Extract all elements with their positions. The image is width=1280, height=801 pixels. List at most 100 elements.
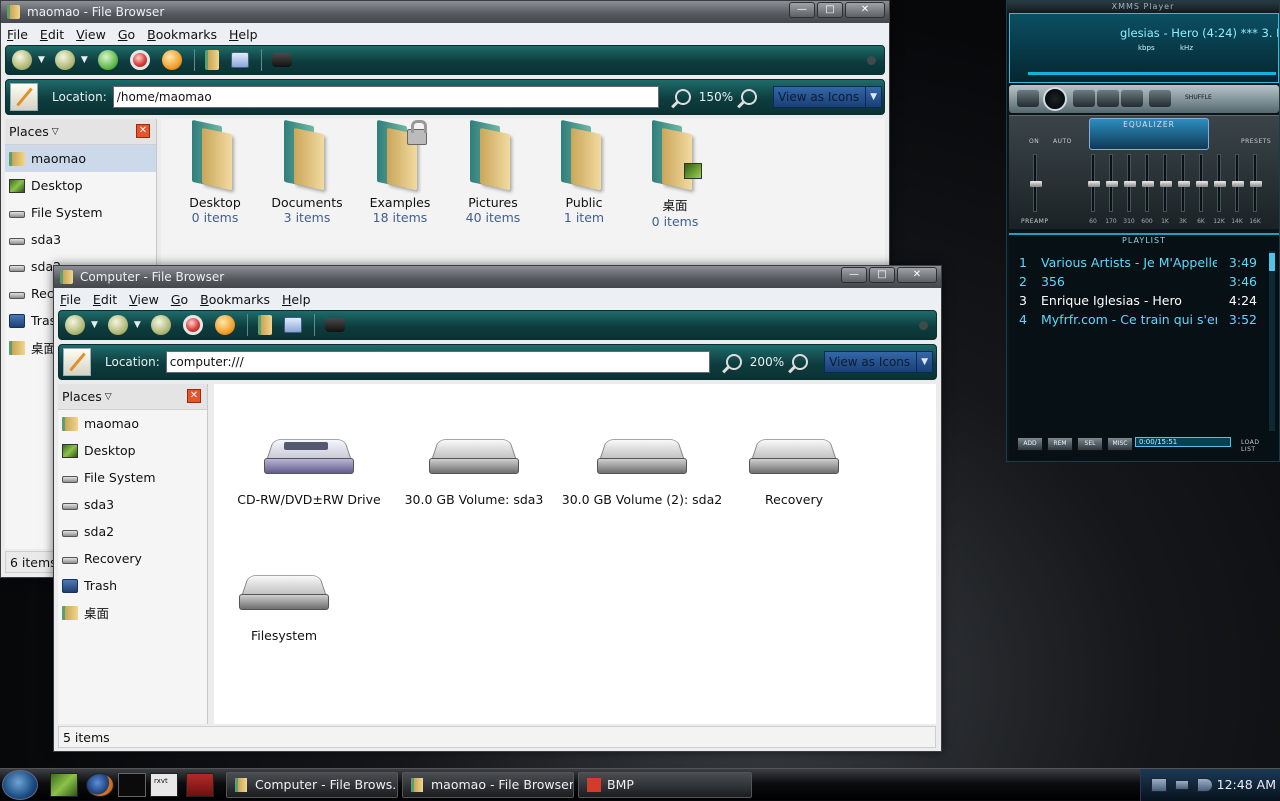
keyboard-icon[interactable] [1175,780,1189,790]
view-as-select[interactable]: View as Icons ▼ [824,351,934,373]
folder-item[interactable]: Documents 3 items [267,119,347,225]
folder-item[interactable]: Desktop 0 items [175,119,255,225]
playlist-item-current[interactable]: 3 Enrique Iglesias - Hero 4:24 [1019,293,1257,312]
menu-edit[interactable]: Edit [40,27,64,42]
up-icon[interactable] [97,50,118,70]
title-bar[interactable]: Computer - File Browser — □ ✕ [54,266,941,288]
sidebar-item-file-system[interactable]: File System [58,464,207,491]
drive-item[interactable]: 30.0 GB Volume (2): sda2 [560,434,724,507]
playlist-add-button[interactable]: ADD [1017,437,1043,451]
menu-view[interactable]: View [129,292,159,307]
eject-icon[interactable] [1149,90,1171,107]
menu-file[interactable]: File [7,27,28,42]
reload-icon[interactable] [214,315,235,335]
sidebar-item-sda3[interactable]: sda3 [5,226,156,253]
eq-presets-button[interactable]: PRESETS [1241,138,1271,145]
back-icon[interactable] [65,315,85,335]
rxvt-icon[interactable]: rxvt [150,773,178,797]
menu-view[interactable]: View [76,27,106,42]
forward-icon[interactable] [107,315,128,335]
maximize-button[interactable]: □ [817,2,843,18]
playlist-item[interactable]: 1 Various Artists - Je M'Appelle 3:49 [1019,255,1257,274]
menu-help[interactable]: Help [229,27,258,42]
shuffle-toggle[interactable]: SHUFFLE [1185,94,1212,101]
minimize-button[interactable]: — [841,267,867,283]
zoom-out-icon[interactable] [674,89,691,105]
playlist-select-button[interactable]: SEL [1077,437,1103,451]
forward-history-dropdown-icon[interactable]: ▼ [81,55,88,65]
minimize-button[interactable]: — [789,2,815,18]
sidebar-item-trash[interactable]: Trash [58,572,207,599]
show-desktop-icon[interactable] [50,773,78,797]
eq-slider[interactable] [1160,154,1172,212]
play-icon[interactable] [1043,87,1067,111]
menu-bookmarks[interactable]: Bookmarks [147,27,217,42]
eq-slider[interactable] [1088,154,1100,212]
eq-slider[interactable] [1142,154,1154,212]
close-button[interactable]: ✕ [845,2,885,18]
maximize-button[interactable]: □ [869,267,895,283]
playlist-item[interactable]: 2 356 3:46 [1019,274,1257,293]
home-folder-icon[interactable] [204,50,219,70]
search-binoculars-icon[interactable] [324,318,345,332]
xmms-title[interactable]: XMMS Player [1007,1,1279,13]
zoom-out-icon[interactable] [725,354,742,370]
up-icon[interactable] [150,315,171,335]
edit-location-icon[interactable] [10,83,38,111]
eq-slider[interactable] [1178,154,1190,212]
sidebar-item-maomao[interactable]: maomao [58,410,207,437]
reload-icon[interactable] [161,50,182,70]
font-viewer-icon[interactable] [186,773,214,797]
back-history-dropdown-icon[interactable]: ▼ [91,320,98,330]
terminal-icon[interactable] [118,773,146,797]
network-icon[interactable] [1151,778,1167,792]
front-file-browser-window[interactable]: Computer - File Browser — □ ✕ File Edit … [53,265,942,752]
firefox-icon[interactable] [86,773,114,797]
sidebar-item-recovery[interactable]: Recovery [58,545,207,572]
playlist-item[interactable]: 4 Myfrfr.com - Ce train qui s'en 3:52 [1019,312,1257,331]
clock[interactable]: 12:48 AM [1217,777,1276,792]
zoom-level[interactable]: 150% [699,90,733,104]
stop-icon[interactable] [129,50,150,70]
edit-location-icon[interactable] [63,348,91,376]
places-header[interactable]: Places ▽ [5,119,156,145]
drive-item[interactable]: 30.0 GB Volume: sda3 [399,434,549,507]
computer-icon[interactable] [230,52,249,68]
preamp-slider[interactable] [1030,154,1042,212]
eq-on-toggle[interactable]: ON [1029,138,1039,145]
sidebar-item-desktop[interactable]: Desktop [5,172,156,199]
drive-item[interactable]: CD-RW/DVD±RW Drive [234,434,384,507]
places-header[interactable]: Places ▽ [58,384,207,410]
sidebar-item-sda3[interactable]: sda3 [58,491,207,518]
sidebar-item-sda2[interactable]: sda2 [58,518,207,545]
back-history-dropdown-icon[interactable]: ▼ [38,55,45,65]
folder-item[interactable]: Pictures 40 items [453,119,533,225]
title-bar[interactable]: maomao - File Browser — □ ✕ [1,1,889,23]
pause-icon[interactable] [1073,90,1095,107]
sidebar-item-desktop-cn[interactable]: 桌面 [58,599,207,626]
eq-slider[interactable] [1250,154,1262,212]
eq-slider[interactable] [1106,154,1118,212]
close-button[interactable]: ✕ [897,267,937,283]
menu-bookmarks[interactable]: Bookmarks [200,292,270,307]
view-as-select[interactable]: View as Icons ▼ [773,86,883,108]
folder-item[interactable]: Examples 18 items [360,119,440,225]
eq-slider[interactable] [1214,154,1226,212]
zoom-in-icon[interactable] [792,354,809,370]
playlist-misc-button[interactable]: MISC [1107,437,1133,451]
menu-go[interactable]: Go [171,292,188,307]
stop-icon[interactable] [1097,90,1119,107]
task-maomao-file-browser[interactable]: maomao - File Browser [402,772,574,798]
menu-file[interactable]: File [60,292,81,307]
eq-auto-toggle[interactable]: AUTO [1053,138,1072,145]
menu-go[interactable]: Go [118,27,135,42]
task-computer-file-browser[interactable]: Computer - File Brows... [226,772,398,798]
menu-edit[interactable]: Edit [93,292,117,307]
back-icon[interactable] [12,50,32,70]
forward-icon[interactable] [54,50,75,70]
eq-slider[interactable] [1196,154,1208,212]
task-bmp[interactable]: BMP [578,772,752,798]
forward-history-dropdown-icon[interactable]: ▼ [134,320,141,330]
zoom-level[interactable]: 200% [750,355,784,369]
close-sidebar-icon[interactable]: ✕ [187,389,201,403]
